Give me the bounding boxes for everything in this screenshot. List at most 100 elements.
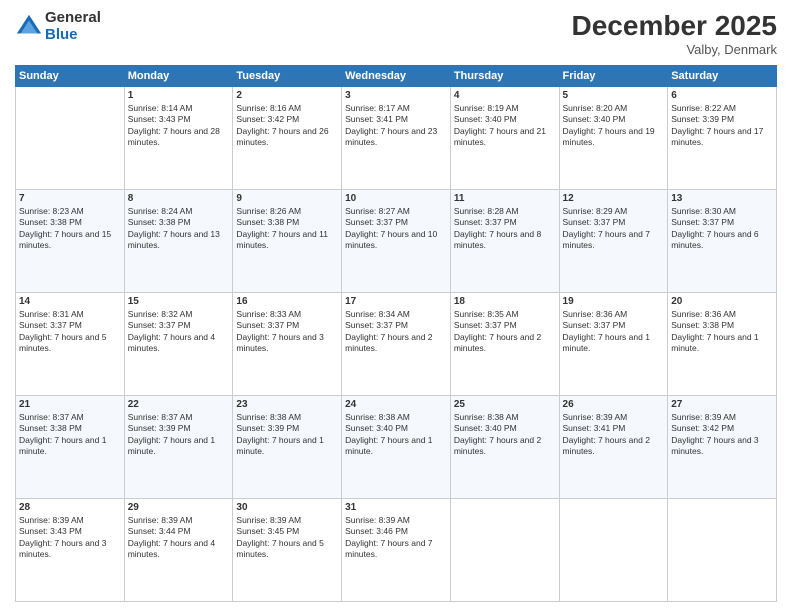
calendar-cell: 27Sunrise: 8:39 AMSunset: 3:42 PMDayligh… xyxy=(668,396,777,499)
weekday-header-thursday: Thursday xyxy=(450,66,559,87)
calendar-cell xyxy=(450,499,559,602)
calendar-cell xyxy=(559,499,668,602)
day-number: 28 xyxy=(19,502,121,513)
day-info: Sunrise: 8:33 AMSunset: 3:37 PMDaylight:… xyxy=(236,309,338,355)
calendar-cell: 31 Sunrise: 8:39 AMSunset: 3:46 PMDayligh… xyxy=(342,499,451,602)
calendar-cell xyxy=(668,499,777,602)
day-number: 7 xyxy=(19,193,121,204)
day-info: Sunrise: 8:27 AMSunset: 3:37 PMDaylight:… xyxy=(345,206,447,252)
day-number: 1 xyxy=(128,90,230,101)
day-number: 20 xyxy=(671,296,773,307)
calendar-cell: 17 Sunrise: 8:34 AMSunset: 3:37 PMDayligh… xyxy=(342,293,451,396)
calendar-cell: 28 Sunrise: 8:39 AMSunset: 3:43 PMDayligh… xyxy=(16,499,125,602)
day-number: 31 xyxy=(345,502,447,513)
calendar-week-4: 21Sunrise: 8:37 AMSunset: 3:38 PMDayligh… xyxy=(16,396,777,499)
calendar-cell: 6 Sunrise: 8:22 AMSunset: 3:39 PMDaylight… xyxy=(668,87,777,190)
day-info: Sunrise: 8:19 AMSunset: 3:40 PMDaylight:… xyxy=(454,103,556,149)
day-number: 23 xyxy=(236,399,338,410)
title-block: December 2025 Valby, Denmark xyxy=(572,10,777,57)
calendar-cell: 20Sunrise: 8:36 AMSunset: 3:38 PMDayligh… xyxy=(668,293,777,396)
day-info: Sunrise: 8:39 AMSunset: 3:45 PMDaylight:… xyxy=(236,515,338,561)
day-info: Sunrise: 8:39 AMSunset: 3:41 PMDaylight:… xyxy=(563,412,665,458)
day-number: 27 xyxy=(671,399,773,410)
day-number: 30 xyxy=(236,502,338,513)
calendar-cell: 29 Sunrise: 8:39 AMSunset: 3:44 PMDayligh… xyxy=(124,499,233,602)
calendar-cell: 25 Sunrise: 8:38 AMSunset: 3:40 PMDayligh… xyxy=(450,396,559,499)
calendar-cell: 10 Sunrise: 8:27 AMSunset: 3:37 PMDayligh… xyxy=(342,190,451,293)
day-info: Sunrise: 8:30 AMSunset: 3:37 PMDaylight:… xyxy=(671,206,773,252)
day-info: Sunrise: 8:39 AMSunset: 3:43 PMDaylight:… xyxy=(19,515,121,561)
day-number: 25 xyxy=(454,399,556,410)
calendar-cell: 1Sunrise: 8:14 AMSunset: 3:43 PMDaylight… xyxy=(124,87,233,190)
logo: General Blue xyxy=(15,10,101,43)
day-info: Sunrise: 8:38 AMSunset: 3:40 PMDaylight:… xyxy=(454,412,556,458)
calendar-week-1: 1Sunrise: 8:14 AMSunset: 3:43 PMDaylight… xyxy=(16,87,777,190)
calendar-cell: 21Sunrise: 8:37 AMSunset: 3:38 PMDayligh… xyxy=(16,396,125,499)
day-info: Sunrise: 8:38 AMSunset: 3:39 PMDaylight:… xyxy=(236,412,338,458)
day-info: Sunrise: 8:39 AMSunset: 3:44 PMDaylight:… xyxy=(128,515,230,561)
calendar-cell: 23 Sunrise: 8:38 AMSunset: 3:39 PMDayligh… xyxy=(233,396,342,499)
calendar-cell: 18Sunrise: 8:35 AMSunset: 3:37 PMDayligh… xyxy=(450,293,559,396)
day-info: Sunrise: 8:31 AMSunset: 3:37 PMDaylight:… xyxy=(19,309,121,355)
calendar-cell: 8 Sunrise: 8:24 AMSunset: 3:38 PMDaylight… xyxy=(124,190,233,293)
day-info: Sunrise: 8:37 AMSunset: 3:38 PMDaylight:… xyxy=(19,412,121,458)
day-number: 22 xyxy=(128,399,230,410)
location: Valby, Denmark xyxy=(572,42,777,57)
calendar-cell: 2 Sunrise: 8:16 AMSunset: 3:42 PMDaylight… xyxy=(233,87,342,190)
day-info: Sunrise: 8:36 AMSunset: 3:37 PMDaylight:… xyxy=(563,309,665,355)
calendar-cell: 14 Sunrise: 8:31 AMSunset: 3:37 PMDayligh… xyxy=(16,293,125,396)
day-info: Sunrise: 8:29 AMSunset: 3:37 PMDaylight:… xyxy=(563,206,665,252)
calendar-cell: 24Sunrise: 8:38 AMSunset: 3:40 PMDayligh… xyxy=(342,396,451,499)
day-number: 19 xyxy=(563,296,665,307)
calendar-cell: 22 Sunrise: 8:37 AMSunset: 3:39 PMDayligh… xyxy=(124,396,233,499)
calendar-cell: 15 Sunrise: 8:32 AMSunset: 3:37 PMDayligh… xyxy=(124,293,233,396)
day-number: 15 xyxy=(128,296,230,307)
day-number: 13 xyxy=(671,193,773,204)
day-info: Sunrise: 8:22 AMSunset: 3:39 PMDaylight:… xyxy=(671,103,773,149)
calendar-header-row: SundayMondayTuesdayWednesdayThursdayFrid… xyxy=(16,66,777,87)
day-info: Sunrise: 8:28 AMSunset: 3:37 PMDaylight:… xyxy=(454,206,556,252)
day-info: Sunrise: 8:26 AMSunset: 3:38 PMDaylight:… xyxy=(236,206,338,252)
weekday-header-friday: Friday xyxy=(559,66,668,87)
day-number: 9 xyxy=(236,193,338,204)
day-number: 6 xyxy=(671,90,773,101)
calendar-cell: 7 Sunrise: 8:23 AMSunset: 3:38 PMDaylight… xyxy=(16,190,125,293)
day-info: Sunrise: 8:20 AMSunset: 3:40 PMDaylight:… xyxy=(563,103,665,149)
day-info: Sunrise: 8:34 AMSunset: 3:37 PMDaylight:… xyxy=(345,309,447,355)
day-number: 17 xyxy=(345,296,447,307)
day-number: 29 xyxy=(128,502,230,513)
calendar-cell: 19 Sunrise: 8:36 AMSunset: 3:37 PMDayligh… xyxy=(559,293,668,396)
day-info: Sunrise: 8:39 AMSunset: 3:46 PMDaylight:… xyxy=(345,515,447,561)
day-number: 24 xyxy=(345,399,447,410)
calendar-cell: 4 Sunrise: 8:19 AMSunset: 3:40 PMDaylight… xyxy=(450,87,559,190)
day-info: Sunrise: 8:16 AMSunset: 3:42 PMDaylight:… xyxy=(236,103,338,149)
calendar-cell: 3Sunrise: 8:17 AMSunset: 3:41 PMDaylight… xyxy=(342,87,451,190)
day-info: Sunrise: 8:37 AMSunset: 3:39 PMDaylight:… xyxy=(128,412,230,458)
day-number: 12 xyxy=(563,193,665,204)
weekday-header-tuesday: Tuesday xyxy=(233,66,342,87)
day-number: 8 xyxy=(128,193,230,204)
calendar-cell: 5 Sunrise: 8:20 AMSunset: 3:40 PMDaylight… xyxy=(559,87,668,190)
calendar-cell: 26 Sunrise: 8:39 AMSunset: 3:41 PMDayligh… xyxy=(559,396,668,499)
logo-icon xyxy=(15,13,43,41)
day-info: Sunrise: 8:24 AMSunset: 3:38 PMDaylight:… xyxy=(128,206,230,252)
day-info: Sunrise: 8:32 AMSunset: 3:37 PMDaylight:… xyxy=(128,309,230,355)
calendar-week-2: 7 Sunrise: 8:23 AMSunset: 3:38 PMDaylight… xyxy=(16,190,777,293)
day-number: 10 xyxy=(345,193,447,204)
calendar-cell: 12 Sunrise: 8:29 AMSunset: 3:37 PMDayligh… xyxy=(559,190,668,293)
calendar-cell: 9 Sunrise: 8:26 AMSunset: 3:38 PMDaylight… xyxy=(233,190,342,293)
day-number: 26 xyxy=(563,399,665,410)
day-number: 14 xyxy=(19,296,121,307)
weekday-header-monday: Monday xyxy=(124,66,233,87)
day-number: 2 xyxy=(236,90,338,101)
calendar-table: SundayMondayTuesdayWednesdayThursdayFrid… xyxy=(15,65,777,602)
day-number: 5 xyxy=(563,90,665,101)
page: General Blue December 2025 Valby, Denmar… xyxy=(0,0,792,612)
calendar-cell: 11Sunrise: 8:28 AMSunset: 3:37 PMDayligh… xyxy=(450,190,559,293)
month-title: December 2025 xyxy=(572,10,777,42)
day-info: Sunrise: 8:23 AMSunset: 3:38 PMDaylight:… xyxy=(19,206,121,252)
logo-blue-text: Blue xyxy=(45,27,101,44)
day-number: 4 xyxy=(454,90,556,101)
calendar-cell: 13 Sunrise: 8:30 AMSunset: 3:37 PMDayligh… xyxy=(668,190,777,293)
header: General Blue December 2025 Valby, Denmar… xyxy=(15,10,777,57)
